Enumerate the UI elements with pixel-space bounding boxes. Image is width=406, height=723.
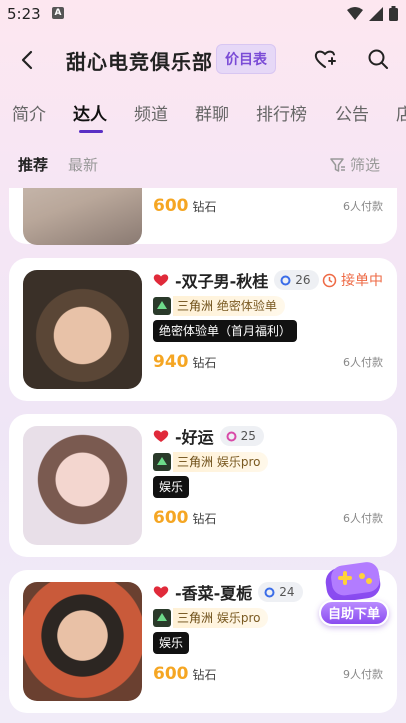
service-name: 娱乐pro: [216, 455, 261, 469]
rank-value: 25: [240, 429, 256, 443]
price-unit: 钻石: [192, 200, 217, 214]
price-row: 600 钻石: [153, 508, 217, 528]
price-unit: 钻石: [192, 356, 217, 370]
expert-name: -好运: [175, 428, 214, 447]
paid-count: 6人付款: [343, 356, 383, 369]
name-row: -香菜-夏栀 24: [153, 580, 303, 604]
self-order-button[interactable]: 自助下单: [318, 558, 390, 632]
club-header: 甜心电竞俱乐部 价目表: [0, 40, 406, 80]
service-tag: 绝密体验单（首月福利）: [153, 320, 298, 342]
self-order-label: 自助下单: [319, 600, 389, 626]
page-title: 甜心电竞俱乐部: [66, 50, 213, 74]
status-time: 5:23: [7, 5, 41, 23]
tab-indicator: [79, 130, 103, 133]
sort-recommend[interactable]: 推荐: [18, 154, 48, 175]
rank-badge: 24: [258, 582, 303, 602]
tab-channel[interactable]: 频道: [134, 100, 168, 125]
chevron-left-icon[interactable]: [16, 48, 40, 72]
expert-name: -香菜-夏栀: [175, 584, 253, 603]
rank-badge: 26: [274, 270, 319, 290]
game-name: 三角洲: [177, 299, 214, 313]
system-icons: [347, 6, 398, 21]
tab-announcement[interactable]: 公告: [335, 100, 369, 125]
rank-icon: [264, 587, 275, 597]
name-row: -双子男-秋桂 26: [153, 268, 319, 292]
sort-filter-bar: 推荐 最新 筛选: [0, 150, 406, 180]
heart-icon: [153, 430, 169, 442]
rank-icon: [226, 431, 237, 441]
service-name: 绝密体验单: [216, 299, 277, 313]
heart-icon: [153, 274, 169, 286]
price-unit: 钻石: [192, 668, 217, 682]
game-pill: 三角洲 娱乐pro: [173, 452, 269, 472]
service-tag: 娱乐: [153, 476, 190, 498]
tab-group-chat[interactable]: 群聊: [195, 100, 229, 125]
timer-icon: [322, 273, 337, 287]
price-row: 600 钻石: [153, 664, 217, 684]
heart-icon: [153, 586, 169, 598]
tab-intro[interactable]: 简介: [12, 100, 46, 125]
avatar: [23, 270, 142, 389]
wifi-icon: [347, 6, 363, 20]
signal-icon: [369, 6, 383, 21]
filter-label: 筛选: [350, 156, 381, 174]
status-text: 接单中: [341, 273, 383, 289]
service-tag: 娱乐: [153, 632, 190, 654]
price-value: 600: [153, 196, 189, 216]
game-pill: 三角洲 娱乐pro: [173, 608, 269, 628]
expert-card[interactable]: -好运 25 三角洲 娱乐pro 娱乐 600 钻石 6人付款: [9, 414, 397, 557]
tab-experts[interactable]: 达人: [73, 100, 107, 125]
game-row: 三角洲 娱乐pro: [153, 452, 269, 472]
status-bar: 5:23 A: [0, 0, 406, 28]
expert-list: 600 钻石 6人付款 -双子男-秋桂 26 接单中 三角洲 绝密体验单 绝密体…: [0, 188, 406, 723]
battery-icon: [389, 6, 398, 21]
search-icon[interactable]: [366, 47, 390, 71]
tab-leaderboard[interactable]: 排行榜: [256, 100, 307, 125]
name-row: -好运 25: [153, 424, 264, 448]
game-pill: 三角洲 绝密体验单: [173, 296, 285, 316]
price-value: 600: [153, 508, 189, 528]
rank-badge: 25: [219, 426, 264, 446]
avatar: [23, 426, 142, 545]
price-list-button[interactable]: 价目表: [216, 44, 276, 74]
price-value: 600: [153, 664, 189, 684]
sort-latest[interactable]: 最新: [68, 154, 98, 175]
status-badge: 接单中: [322, 270, 383, 290]
paid-count: 6人付款: [343, 200, 383, 213]
expert-name: -双子男-秋桂: [175, 272, 269, 291]
price-value: 940: [153, 352, 189, 372]
game-row: 三角洲 娱乐pro: [153, 608, 269, 628]
game-name: 三角洲: [177, 611, 214, 625]
tab-shop[interactable]: 店: [396, 100, 406, 125]
gamepad-icon: [325, 562, 381, 602]
price-unit: 钻石: [192, 512, 217, 526]
notification-icon: A: [52, 7, 64, 19]
rank-icon: [280, 275, 291, 285]
filter-button[interactable]: 筛选: [330, 154, 380, 175]
expert-card[interactable]: -双子男-秋桂 26 接单中 三角洲 绝密体验单 绝密体验单（首月福利） 940…: [9, 258, 397, 401]
paid-count: 9人付款: [343, 668, 383, 681]
tab-bar: 简介 达人 频道 群聊 排行榜 公告 店: [0, 100, 406, 136]
filter-icon: [330, 157, 345, 172]
avatar: [23, 582, 142, 701]
avatar: [23, 188, 142, 245]
expert-card[interactable]: 600 钻石 6人付款: [9, 188, 397, 245]
game-logo-icon: [153, 453, 171, 471]
game-name: 三角洲: [177, 455, 214, 469]
paid-count: 6人付款: [343, 512, 383, 525]
rank-value: 24: [279, 585, 295, 599]
game-row: 三角洲 绝密体验单: [153, 296, 285, 316]
game-logo-icon: [153, 609, 171, 627]
service-name: 娱乐pro: [216, 611, 261, 625]
game-logo-icon: [153, 297, 171, 315]
rank-value: 26: [295, 273, 311, 287]
heart-plus-icon[interactable]: [313, 47, 337, 71]
price-row: 600 钻石: [153, 196, 217, 216]
price-row: 940 钻石: [153, 352, 217, 372]
